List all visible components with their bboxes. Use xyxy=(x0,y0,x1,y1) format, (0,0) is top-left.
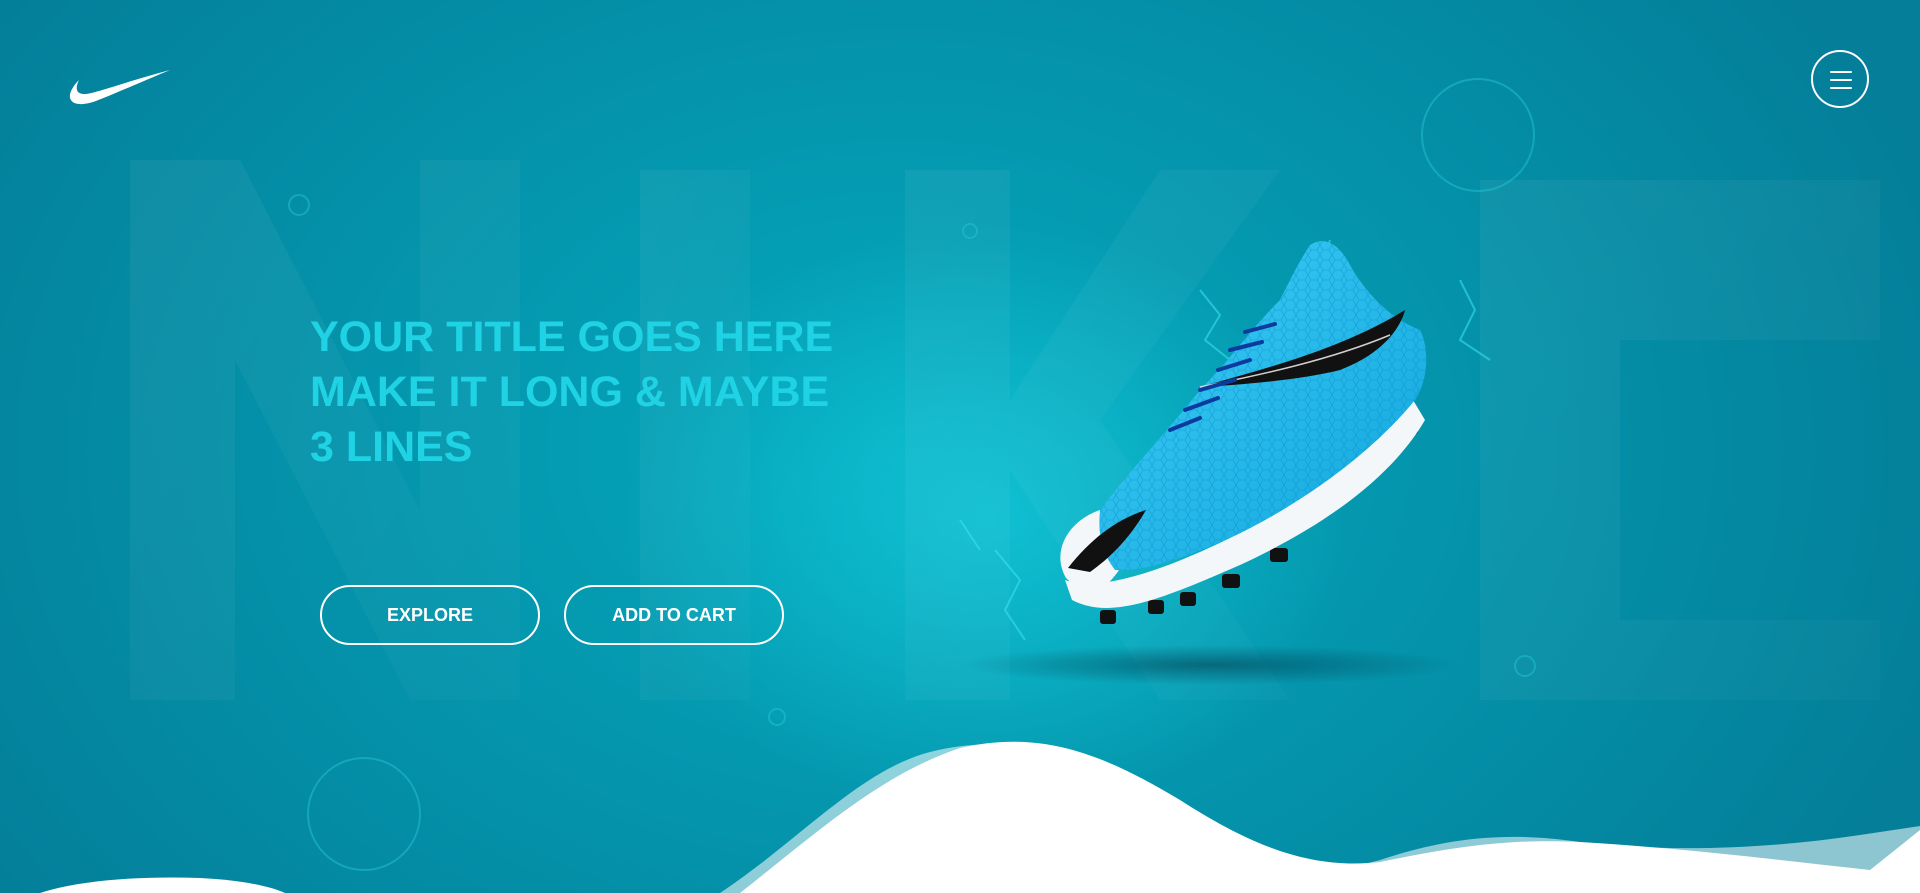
wave-divider xyxy=(40,741,1920,893)
hero-stage: YOUR TITLE GOES HERE MAKE IT LONG & MAYB… xyxy=(0,0,1920,893)
